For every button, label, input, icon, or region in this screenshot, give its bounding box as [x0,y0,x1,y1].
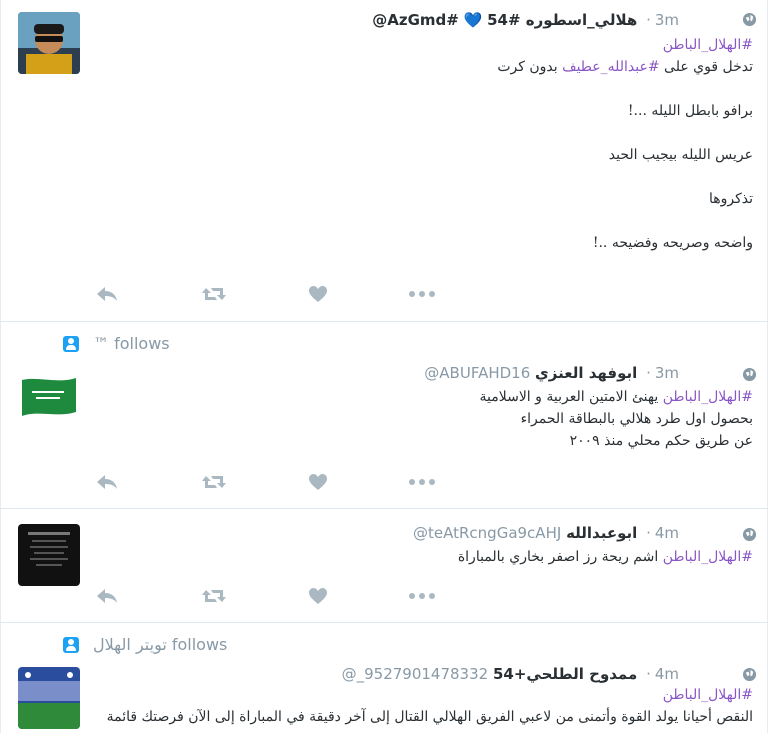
text-fragment: يهنئ الامتين العربية و الاسلامية [479,389,663,405]
more-button[interactable] [408,471,436,493]
heart-icon [309,474,327,490]
text-line: عن طريق حكم محلي منذ ٢٠٠٩ [569,433,753,449]
more-icon [409,479,435,485]
tweet-actions [96,585,436,607]
globe-icon [742,527,757,542]
display-name[interactable]: هلالي_اسطوره #54 [487,11,637,29]
globe-icon [742,12,757,27]
globe-icon [742,667,757,682]
retweet-icon [202,476,226,488]
more-button[interactable] [408,283,436,305]
text-fragment: تدخل قوي على [659,59,753,75]
follows-context: ™ follows [63,334,170,353]
reply-button[interactable] [96,585,118,607]
tweet[interactable]: ™ follows 3m· ابوفهد العنزي @ABUFAHD16 #… [1,322,768,509]
reply-icon [97,589,117,603]
tweet[interactable]: تويتر الهلال follows 4m· ممدوح الطلحي+54… [1,623,768,733]
tweet-header: 3m· هلالي_اسطوره #54 💙 @AzGmd# [372,11,679,29]
retweet-icon [202,590,226,602]
text-line: بحصول اول طرد هلالي بالبطاقة الحمراء [520,411,753,427]
follows-text[interactable]: ™ follows [93,334,170,353]
tweet-text: #الهلال_الباطن يهنئ الامتين العربية و ال… [93,387,754,453]
text-line: النقص أحيانا يولد القوة وأتمنى من لاعبي … [106,709,753,725]
retweet-button[interactable] [201,585,227,607]
more-icon [409,291,435,297]
reply-button[interactable] [96,283,118,305]
timeline: 3m· هلالي_اسطوره #54 💙 @AzGmd# #الهلال_ا… [0,0,768,733]
avatar-image [18,524,80,586]
more-icon [409,593,435,599]
reply-button[interactable] [96,471,118,493]
hashtag-link[interactable]: #الهلال_الباطن [663,389,753,405]
text-line: عريس الليله بيجيب الحيد [608,147,753,163]
tweet-text: #الهلال_الباطن تدخل قوي على #عبدالله_عطي… [93,35,753,255]
hashtag-link[interactable]: #الهلال_الباطن [663,687,753,703]
display-name[interactable]: ابوعبدالله [566,524,637,542]
text-line: تذكروها [708,191,753,207]
tweet-actions [96,283,436,305]
tweet-header: 4m· ابوعبدالله @teAtRcngGa9cAHJ [413,524,679,542]
avatar[interactable] [18,667,80,729]
reply-icon [97,475,117,489]
retweet-icon [202,288,226,300]
hashtag-link[interactable]: #الهلال_الباطن [663,549,753,565]
display-name[interactable]: ممدوح الطلحي+54 [493,665,637,683]
user-follow-icon [63,335,79,352]
avatar-image [18,667,80,729]
avatar[interactable] [18,370,80,432]
tweet-time[interactable]: 3m [655,364,679,382]
like-button[interactable] [308,471,328,493]
follows-context: تويتر الهلال follows [63,635,227,654]
tweet-text: #الهلال_الباطن النقص أحيانا يولد القوة و… [93,685,753,729]
tweet[interactable]: 4m· ابوعبدالله @teAtRcngGa9cAHJ #الهلال_… [1,509,768,623]
tweet-header: 3m· ابوفهد العنزي @ABUFAHD16 [424,364,679,382]
more-button[interactable] [408,585,436,607]
tweet-text: #الهلال_الباطن اشم ريحة رز اصفر بخاري با… [93,547,753,569]
text-fragment: بدون كرت [497,59,563,75]
tweet-time[interactable]: 3m [655,11,679,29]
user-handle[interactable]: @teAtRcngGa9cAHJ [413,524,561,542]
retweet-button[interactable] [201,283,227,305]
avatar[interactable] [18,12,80,74]
avatar-image [18,370,80,432]
follows-text[interactable]: تويتر الهلال follows [93,635,227,654]
user-handle[interactable]: @AzGmd# [372,11,459,29]
user-handle[interactable]: @ABUFAHD16 [424,364,530,382]
avatar-image [18,12,80,74]
user-handle[interactable]: @_9527901478332 [342,665,489,683]
hashtag-link[interactable]: #الهلال_الباطن [663,37,753,53]
heart-emoji: 💙 [463,11,483,29]
tweet-actions [96,471,436,493]
globe-icon [742,367,757,382]
heart-icon [309,286,327,302]
text-fragment: اشم ريحة رز اصفر بخاري بالمباراة [457,549,663,565]
user-follow-icon [63,636,79,653]
reply-icon [97,287,117,301]
heart-icon [309,588,327,604]
like-button[interactable] [308,585,328,607]
tweet-time[interactable]: 4m [655,665,679,683]
tweet-time[interactable]: 4m [655,524,679,542]
hashtag-link[interactable]: #عبدالله_عطيف [562,59,660,75]
like-button[interactable] [308,283,328,305]
text-line: برافو بابطل الليله ...! [627,103,753,119]
text-line: واضحه وصريحه وفضيحه ..! [592,235,753,251]
display-name[interactable]: ابوفهد العنزي [535,364,637,382]
tweet-header: 4m· ممدوح الطلحي+54 @_9527901478332 [341,665,679,683]
avatar[interactable] [18,524,80,586]
tweet[interactable]: 3m· هلالي_اسطوره #54 💙 @AzGmd# #الهلال_ا… [1,0,768,322]
retweet-button[interactable] [201,471,227,493]
